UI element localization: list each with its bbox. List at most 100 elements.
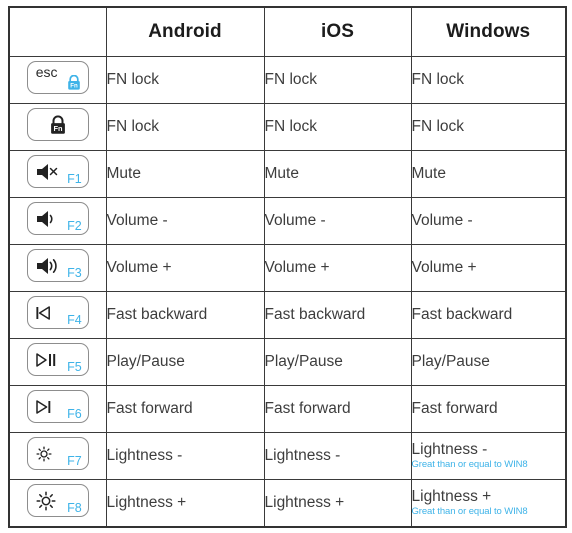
svg-text:Fn: Fn [53, 123, 63, 132]
key-cell: esc Fn [8, 56, 107, 104]
cell-android: Fast forward [105, 385, 265, 433]
key-cell: F3 [8, 244, 107, 292]
keycap-f7[interactable]: F7 [26, 437, 89, 470]
cell-ios: Fast forward [263, 385, 412, 433]
key-cell: F2 [8, 197, 107, 245]
action-label: Fast forward [106, 400, 193, 418]
action-label: Lightness - [264, 447, 341, 465]
key-cell: F5 [8, 338, 107, 386]
action-label: FN lock [106, 118, 160, 136]
header-ios: iOS [263, 6, 412, 57]
cell-ios: FN lock [263, 103, 412, 151]
play-pause-icon [35, 352, 57, 368]
table-row: F4 Fast backward Fast backward Fast backwar… [8, 291, 567, 339]
table-row: F5 Play/Pause Play/Pause Play/Pause [8, 338, 567, 386]
cell-ios: Play/Pause [263, 338, 412, 386]
shortcut-table-page: Android iOS Windows esc Fn FN lock FN lock F… [0, 0, 572, 533]
speaker-mute-icon [35, 162, 59, 182]
key-cell: F1 [8, 150, 107, 198]
header-key-column [8, 6, 107, 57]
function-key-label: F4 [67, 312, 82, 327]
cell-windows: FN lock [410, 56, 567, 104]
table-row: esc Fn FN lock FN lock FN lock [8, 56, 567, 104]
key-cell: F6 [8, 385, 107, 433]
cell-ios: Fast backward [263, 291, 412, 339]
keycap-label: esc [35, 64, 58, 80]
keycap-fn-lock[interactable]: Fn [26, 108, 89, 141]
cell-ios: Mute [263, 150, 412, 198]
table-body: esc Fn FN lock FN lock FN lock Fn FN lock FN lo… [8, 56, 567, 528]
table-row: F6 Fast forward Fast forward Fast forward [8, 385, 567, 433]
action-label: Fast forward [264, 400, 351, 418]
keycap-f6[interactable]: F6 [26, 390, 89, 423]
cell-windows: Fast forward [410, 385, 567, 433]
svg-text:Fn: Fn [70, 82, 78, 89]
cell-android: Lightness + [105, 479, 265, 528]
table-header: Android iOS Windows [8, 6, 567, 57]
action-label: Volume + [411, 259, 477, 277]
table-row: F3 Volume + Volume + Volume + [8, 244, 567, 292]
cell-android: FN lock [105, 56, 265, 104]
table-row: Fn FN lock FN lock FN lock [8, 103, 567, 151]
action-label: Fast backward [106, 306, 208, 324]
cell-windows: Lightness - Great than or equal to WIN8 [410, 432, 567, 480]
action-label: Lightness + [106, 494, 187, 512]
action-label: Volume - [106, 212, 168, 230]
function-key-label: F2 [67, 218, 82, 233]
action-label: Play/Pause [106, 353, 185, 371]
keyboard-shortcut-table: Android iOS Windows esc Fn FN lock FN lock F… [8, 6, 567, 528]
function-key-label: F8 [67, 500, 82, 515]
table-row: F2 Volume - Volume - Volume - [8, 197, 567, 245]
action-label: Play/Pause [264, 353, 343, 371]
keycap-f2[interactable]: F2 [26, 202, 89, 235]
action-label: Mute [106, 165, 141, 183]
cell-ios: Volume - [263, 197, 412, 245]
cell-windows: FN lock [410, 103, 567, 151]
key-cell: F8 [8, 479, 107, 528]
cell-android: Volume + [105, 244, 265, 292]
table-row: F1 Mute Mute Mute [8, 150, 567, 198]
action-label: Volume + [264, 259, 330, 277]
action-label: Lightness - [411, 441, 488, 459]
header-windows: Windows [410, 6, 567, 57]
cell-android: Mute [105, 150, 265, 198]
cell-windows: Fast backward [410, 291, 567, 339]
action-label: Fast forward [411, 400, 498, 418]
cell-android: Lightness - [105, 432, 265, 480]
keycap-f8[interactable]: F8 [26, 484, 89, 517]
table-row: F8 Lightness + Lightness + Lightness + Great… [8, 479, 567, 528]
action-label: Volume + [106, 259, 172, 277]
cell-ios: Lightness + [263, 479, 412, 528]
action-label: Mute [411, 165, 446, 183]
volume-up-icon [35, 256, 61, 276]
key-cell: Fn [8, 103, 107, 151]
action-label: Play/Pause [411, 353, 490, 371]
keycap-f3[interactable]: F3 [26, 249, 89, 282]
action-label: Lightness - [106, 447, 183, 465]
cell-android: Volume - [105, 197, 265, 245]
keycap-f1[interactable]: F1 [26, 155, 89, 188]
cell-ios: Volume + [263, 244, 412, 292]
cell-windows: Play/Pause [410, 338, 567, 386]
action-label: Fast backward [264, 306, 366, 324]
action-label: Mute [264, 165, 299, 183]
function-key-label: F1 [67, 171, 82, 186]
action-label: Volume - [411, 212, 473, 230]
cell-windows: Volume + [410, 244, 567, 292]
function-key-label: F6 [67, 406, 82, 421]
key-cell: F4 [8, 291, 107, 339]
keycap-f5[interactable]: F5 [26, 343, 89, 376]
header-row: Android iOS Windows [8, 6, 567, 57]
action-label: Fast backward [411, 306, 513, 324]
compatibility-note: Great than or equal to WIN8 [411, 505, 528, 517]
action-label: FN lock [106, 71, 160, 89]
cell-ios: FN lock [263, 56, 412, 104]
brightness-up-icon [35, 490, 57, 512]
table-row: F7 Lightness - Lightness - Lightness - Great… [8, 432, 567, 480]
fn-lock-blue-icon: Fn [67, 74, 81, 90]
function-key-label: F7 [67, 453, 82, 468]
keycap-f4[interactable]: F4 [26, 296, 89, 329]
action-label: Lightness + [264, 494, 345, 512]
keycap-esc[interactable]: esc Fn [26, 61, 89, 94]
action-label: Lightness + [411, 488, 492, 506]
